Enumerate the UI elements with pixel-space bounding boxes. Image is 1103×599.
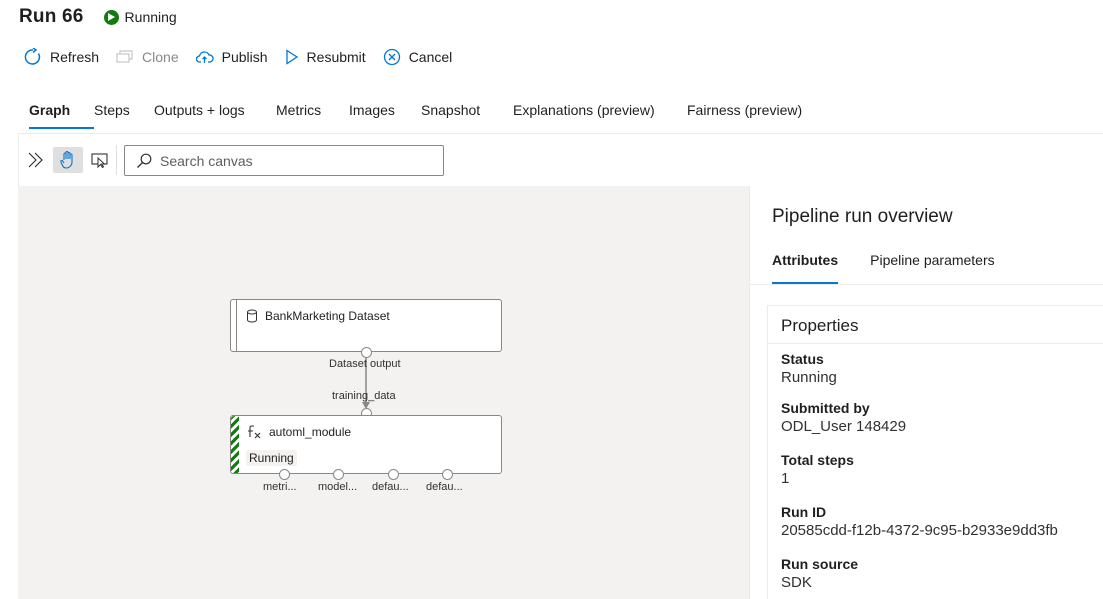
- tab-outputs-logs[interactable]: Outputs + logs: [154, 97, 276, 133]
- resubmit-label: Resubmit: [306, 49, 366, 65]
- clone-label: Clone: [142, 49, 179, 65]
- expand-button[interactable]: [21, 147, 51, 173]
- tab-images[interactable]: Images: [349, 97, 421, 133]
- play-outline-icon: [285, 49, 298, 65]
- tab-fairness[interactable]: Fairness (preview): [687, 97, 807, 133]
- running-stripe: [231, 416, 239, 473]
- search-icon: [137, 153, 152, 168]
- dataset-output-label: Dataset output: [329, 358, 401, 370]
- property-run-source: Run source SDK: [781, 556, 858, 591]
- run-title: Run 66: [19, 6, 84, 27]
- panel-title: Pipeline run overview: [772, 206, 953, 227]
- refresh-label: Refresh: [50, 49, 100, 65]
- property-label: Run ID: [781, 504, 827, 520]
- output-port-default-1[interactable]: [388, 469, 399, 480]
- tab-pipeline-parameters[interactable]: Pipeline parameters: [870, 252, 995, 284]
- pipeline-overview-panel: Pipeline run overview Attributes Pipelin…: [749, 186, 1103, 599]
- publish-label: Publish: [221, 49, 268, 65]
- status-indicator: Running: [103, 9, 177, 25]
- output-port-metrics[interactable]: [279, 469, 290, 480]
- property-label: Run source: [781, 556, 859, 572]
- cancel-circle-icon: [383, 48, 400, 66]
- refresh-icon: [24, 48, 41, 65]
- tab-label: Images: [349, 102, 395, 118]
- property-label: Total steps: [781, 452, 854, 468]
- module-status-badge: Running: [246, 450, 297, 466]
- tab-label: Fairness (preview): [687, 102, 803, 118]
- dataset-node-title: BankMarketing Dataset: [246, 309, 390, 323]
- clone-button[interactable]: Clone: [116, 49, 179, 65]
- tab-explanations[interactable]: Explanations (preview): [513, 97, 687, 133]
- play-icon: [103, 9, 119, 25]
- action-toolbar: Refresh Clone Publish Resubmit Cancel: [24, 46, 469, 68]
- toolbar-divider: [116, 145, 117, 175]
- tab-label: Snapshot: [421, 102, 481, 118]
- output-port-model[interactable]: [333, 469, 344, 480]
- training-data-label: training_data: [332, 390, 396, 402]
- output-label-default-1: defau...: [372, 481, 409, 493]
- canvas-toolbar: Search canvas: [18, 133, 1103, 186]
- run-header: Run 66 Running: [19, 5, 177, 29]
- property-value: SDK: [781, 574, 812, 591]
- panel-tabs: Attributes Pipeline parameters: [772, 252, 1027, 284]
- module-node-label: automl_module: [269, 425, 352, 439]
- property-total-steps: Total steps 1: [781, 452, 854, 487]
- property-value: ODL_User 148429: [781, 418, 907, 435]
- cloud-upload-icon: [195, 51, 214, 63]
- double-chevron-right-icon: [28, 152, 43, 168]
- refresh-button[interactable]: Refresh: [24, 48, 99, 66]
- properties-divider: [768, 343, 1103, 344]
- tab-snapshot[interactable]: Snapshot: [421, 97, 513, 133]
- output-label-model: model...: [318, 481, 358, 493]
- tab-graph[interactable]: Graph: [29, 97, 94, 133]
- hand-icon: [60, 151, 73, 169]
- tab-attributes[interactable]: Attributes: [772, 252, 839, 284]
- select-tool-button[interactable]: [85, 147, 115, 173]
- property-value: Running: [781, 369, 837, 386]
- properties-card: Properties Status Running Submitted by O…: [767, 305, 1103, 599]
- search-placeholder: Search canvas: [160, 152, 253, 169]
- output-port-default-2[interactable]: [442, 469, 453, 480]
- resubmit-button[interactable]: Resubmit: [285, 49, 366, 65]
- property-value: 1: [781, 470, 790, 487]
- output-label-metrics: metri...: [263, 481, 297, 493]
- property-label: Submitted by: [781, 400, 870, 416]
- property-value: 20585cdd-f12b-4372-9c95-b2933e9dd3fb: [781, 522, 1058, 539]
- node-left-bar: [236, 300, 237, 351]
- output-label-default-2: defau...: [426, 481, 463, 493]
- property-run-id: Run ID 20585cdd-f12b-4372-9c95-b2933e9dd…: [781, 504, 1058, 539]
- dataset-output-port[interactable]: [361, 347, 372, 358]
- dataset-node-label: BankMarketing Dataset: [265, 309, 390, 323]
- cancel-button[interactable]: Cancel: [383, 48, 453, 66]
- property-submitted-by: Submitted by ODL_User 148429: [781, 400, 906, 435]
- select-pointer-icon: [91, 153, 108, 168]
- cancel-label: Cancel: [408, 49, 453, 65]
- tab-label: Metrics: [276, 102, 322, 118]
- panel-divider: [750, 284, 1103, 285]
- tab-label: Explanations (preview): [513, 102, 655, 118]
- status-text: Running: [124, 9, 177, 25]
- clone-icon: [116, 50, 133, 63]
- tab-label: Outputs + logs: [154, 102, 245, 118]
- tab-steps[interactable]: Steps: [94, 97, 154, 133]
- search-canvas-input[interactable]: Search canvas: [124, 145, 444, 176]
- module-node-title: automl_module: [247, 425, 351, 439]
- properties-heading: Properties: [781, 316, 859, 335]
- dataset-node[interactable]: BankMarketing Dataset: [230, 299, 502, 352]
- property-status: Status Running: [781, 351, 837, 386]
- tab-metrics[interactable]: Metrics: [276, 97, 349, 133]
- function-icon: [248, 425, 261, 439]
- tab-label: Steps: [94, 102, 130, 118]
- publish-button[interactable]: Publish: [195, 49, 268, 65]
- property-label: Status: [781, 351, 824, 367]
- pipeline-canvas[interactable]: BankMarketing Dataset Dataset output tra…: [18, 186, 749, 599]
- tab-label: Pipeline parameters: [870, 252, 995, 268]
- run-tabs: Graph Steps Outputs + logs Metrics Image…: [29, 97, 807, 133]
- pan-tool-button[interactable]: [53, 147, 83, 173]
- automl-module-node[interactable]: automl_module Running: [230, 415, 502, 474]
- tab-label: Graph: [29, 102, 71, 118]
- database-icon: [247, 309, 257, 323]
- tab-label: Attributes: [772, 252, 839, 268]
